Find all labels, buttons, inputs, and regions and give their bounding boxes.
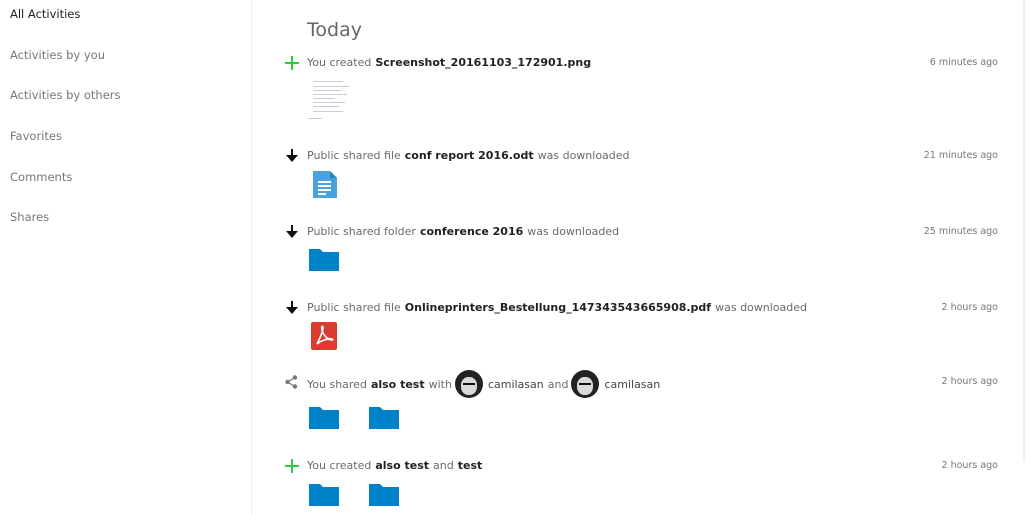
document-icon[interactable] [313,171,337,202]
activity-5-time: 2 hours ago [941,376,998,387]
share-icon [283,373,300,390]
activity-4-time: 2 hours ago [941,302,998,313]
user-name[interactable]: camilasan [604,378,660,391]
sidebar-item-comments[interactable]: Comments [10,170,72,184]
activity-sidebar: All Activities Activities by you Activit… [0,0,252,515]
section-heading-today: Today [307,19,362,41]
activity-2-text: Public shared file conf report 2016.odt wa… [307,148,630,162]
activity-5-text: You shared also test with camilasan and cam… [307,370,660,398]
activity-2-time: 21 minutes ago [923,150,998,161]
activity-3-text: Public shared folder conference 2016 was d… [307,224,620,238]
folder-icon[interactable] [369,484,399,506]
activity-1-time: 6 minutes ago [929,57,998,68]
screenshot-thumbnail[interactable] [307,78,359,122]
activity-file-link[interactable]: Screenshot_20161103_172901.png [375,56,591,69]
avatar[interactable] [454,370,483,398]
sidebar-item-favorites[interactable]: Favorites [10,129,62,143]
arrow-down-icon [283,147,300,164]
user-name[interactable]: camilasan [488,378,544,391]
activity-6-time: 2 hours ago [941,460,998,471]
arrow-down-icon [283,223,300,240]
sidebar-item-shares[interactable]: Shares [10,210,49,224]
folder-icon[interactable] [369,407,399,429]
folder-icon[interactable] [309,407,339,429]
activity-1-text: You created Screenshot_20161103_172901.pn… [307,55,592,69]
activity-3-time: 25 minutes ago [923,226,998,237]
sidebar-item-all-activities[interactable]: All Activities [10,7,80,21]
plus-icon [283,457,300,474]
folder-icon[interactable] [309,484,339,506]
folder-icon[interactable] [309,249,339,271]
pdf-icon[interactable] [311,322,337,354]
sidebar-item-activities-by-you[interactable]: Activities by you [10,48,105,62]
scrollbar-track[interactable] [1023,0,1025,462]
activity-folder-link[interactable]: test [458,459,483,472]
activity-file-link[interactable]: Onlineprinters_Bestellung_14734354366590… [405,301,711,314]
activity-4-text: Public shared file Onlineprinters_Bestell… [307,300,808,314]
sidebar-item-activities-by-others[interactable]: Activities by others [10,88,121,102]
plus-icon [283,54,300,71]
arrow-down-icon [283,299,300,316]
activity-folder-link[interactable]: also test [371,378,425,391]
activity-6-text: You created also test and test [307,458,483,472]
activity-file-link[interactable]: conf report 2016.odt [405,149,534,162]
activity-stream: Today You created Screenshot_20161103_172… [252,0,1030,515]
activity-folder-link[interactable]: also test [375,459,429,472]
activity-folder-link[interactable]: conference 2016 [420,225,523,238]
avatar[interactable] [571,370,600,398]
